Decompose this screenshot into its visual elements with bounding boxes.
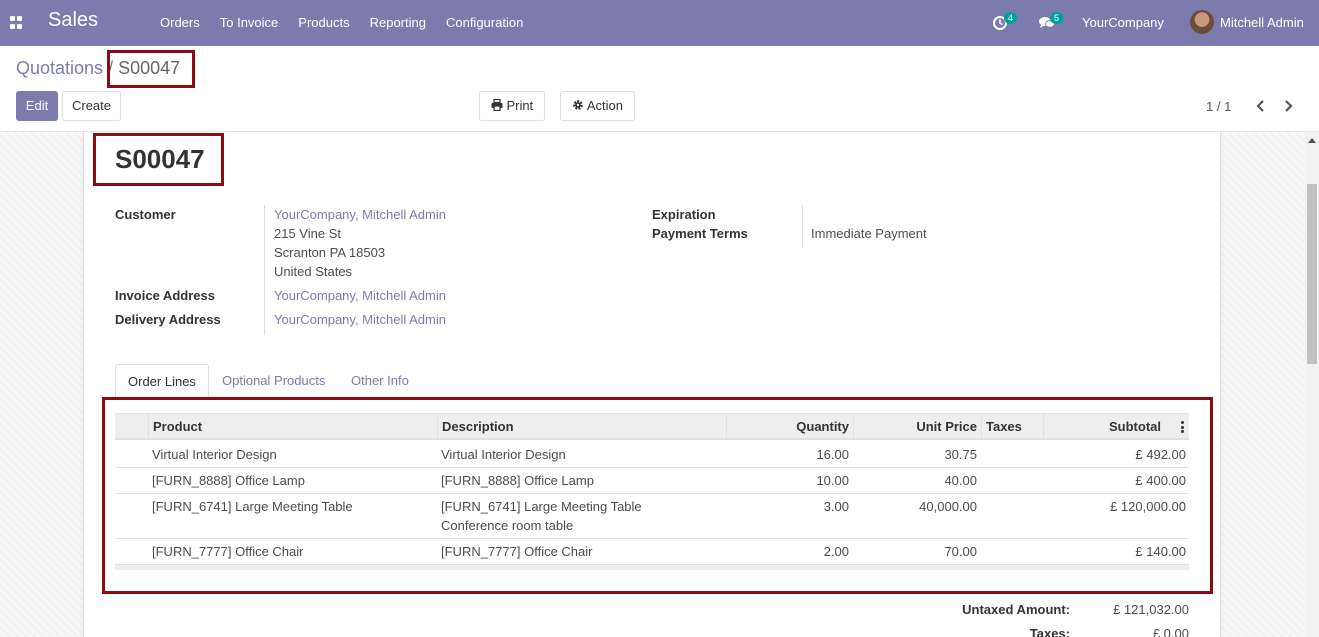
chevron-left-icon[interactable] <box>1254 99 1268 113</box>
menu-orders[interactable]: Orders <box>150 0 210 46</box>
invoice-address-label: Invoice Address <box>115 288 215 303</box>
pager-value[interactable]: 1 / 1 <box>1206 99 1231 114</box>
taxes-label: Taxes: <box>1029 626 1070 637</box>
tab-other-info[interactable]: Other Info <box>339 364 421 398</box>
top-navbar: Sales Orders To Invoice Products Reporti… <box>0 0 1319 46</box>
menu-to-invoice[interactable]: To Invoice <box>210 0 289 46</box>
highlight-breadcrumb <box>107 50 195 88</box>
delivery-address-label: Delivery Address <box>115 312 221 327</box>
expiration-label: Expiration <box>652 207 716 222</box>
create-button[interactable]: Create <box>62 91 121 121</box>
customer-link[interactable]: YourCompany, Mitchell Admin <box>274 207 446 222</box>
activity-badge: 4 <box>1004 12 1018 24</box>
customer-address-line-2: Scranton PA 18503 <box>274 245 386 260</box>
payment-terms-value: Immediate Payment <box>811 226 927 241</box>
menu-products[interactable]: Products <box>288 0 359 46</box>
delivery-address-link[interactable]: YourCompany, Mitchell Admin <box>274 312 446 327</box>
print-icon <box>491 98 503 112</box>
chevron-right-icon[interactable] <box>1281 99 1295 113</box>
print-label: Print <box>506 98 534 113</box>
tab-optional-products[interactable]: Optional Products <box>210 364 337 398</box>
untaxed-amount-value: £ 121,032.00 <box>1113 602 1189 617</box>
main-menu: Orders To Invoice Products Reporting Con… <box>150 0 533 46</box>
taxes-value: £ 0.00 <box>1152 626 1189 637</box>
user-menu[interactable]: Mitchell Admin <box>1220 0 1304 46</box>
vertical-scrollbar[interactable] <box>1305 132 1319 637</box>
field-divider-right <box>802 205 803 248</box>
customer-label: Customer <box>115 207 176 222</box>
menu-reporting[interactable]: Reporting <box>360 0 436 46</box>
customer-address-line-1: 215 Vine St <box>274 226 341 241</box>
breadcrumb-quotations[interactable]: Quotations <box>16 58 103 78</box>
app-brand[interactable]: Sales <box>48 9 98 32</box>
user-avatar[interactable] <box>1190 10 1214 34</box>
customer-address-line-3: United States <box>274 264 353 279</box>
untaxed-amount-label: Untaxed Amount: <box>962 602 1070 617</box>
action-label: Action <box>586 98 624 113</box>
scroll-thumb[interactable] <box>1307 184 1317 364</box>
tab-order-lines[interactable]: Order Lines <box>115 364 209 398</box>
highlight-document-title <box>93 133 224 186</box>
action-button[interactable]: Action <box>560 91 635 121</box>
edit-button[interactable]: Edit <box>16 91 58 121</box>
highlight-order-lines <box>102 397 1213 594</box>
company-switcher[interactable]: YourCompany <box>1082 0 1164 46</box>
scroll-up-icon[interactable] <box>1308 138 1316 143</box>
invoice-address-link[interactable]: YourCompany, Mitchell Admin <box>274 288 446 303</box>
payment-terms-label: Payment Terms <box>652 226 748 241</box>
menu-configuration[interactable]: Configuration <box>436 0 533 46</box>
gear-icon <box>573 100 583 110</box>
messages-badge: 5 <box>1050 12 1064 24</box>
print-button[interactable]: Print <box>479 91 545 121</box>
apps-icon[interactable] <box>10 16 23 29</box>
field-divider <box>264 205 265 335</box>
